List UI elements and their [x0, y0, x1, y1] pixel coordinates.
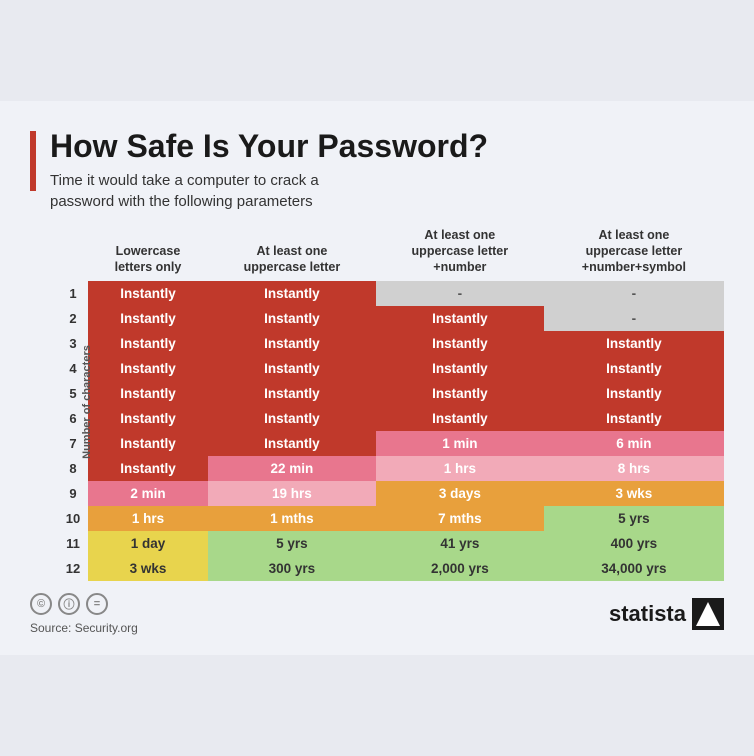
statista-text: statista: [609, 601, 686, 627]
table-cell: Instantly: [208, 356, 376, 381]
table-cell: Instantly: [88, 331, 208, 356]
main-title: How Safe Is Your Password?: [50, 129, 488, 164]
table-cell: -: [544, 281, 724, 306]
table-row: 3InstantlyInstantlyInstantlyInstantly: [58, 331, 724, 356]
table-cell: Instantly: [88, 456, 208, 481]
table-cell: Instantly: [88, 281, 208, 306]
table-container: Number of characters Lowercaseletters on…: [30, 222, 724, 582]
table-cell: 3 wks: [88, 556, 208, 581]
table-cell: 1 day: [88, 531, 208, 556]
table-cell: 1 hrs: [88, 506, 208, 531]
source-label: Source: Security.org: [30, 621, 138, 635]
table-row: 5InstantlyInstantlyInstantlyInstantly: [58, 381, 724, 406]
title-block: How Safe Is Your Password? Time it would…: [50, 129, 488, 212]
table-cell: 400 yrs: [544, 531, 724, 556]
row-number: 12: [58, 556, 88, 581]
table-cell: Instantly: [88, 406, 208, 431]
table-row: 8Instantly22 min1 hrs8 hrs: [58, 456, 724, 481]
table-cell: 3 wks: [544, 481, 724, 506]
table-cell: Instantly: [88, 431, 208, 456]
table-cell: Instantly: [88, 356, 208, 381]
table-cell: Instantly: [208, 281, 376, 306]
row-axis-label: Number of characters: [81, 345, 93, 459]
table-cell: 2 min: [88, 481, 208, 506]
table-cell: 41 yrs: [376, 531, 544, 556]
table-row: 92 min19 hrs3 days3 wks: [58, 481, 724, 506]
col-header-upper-num: At least oneuppercase letter+number: [376, 222, 544, 282]
table-cell: 7 mths: [376, 506, 544, 531]
table-cell: Instantly: [376, 306, 544, 331]
person-icon: ⓘ: [58, 593, 80, 615]
table-cell: Instantly: [544, 331, 724, 356]
subtitle: Time it would take a computer to crack a…: [50, 170, 488, 212]
row-number: 10: [58, 506, 88, 531]
table-cell: Instantly: [376, 381, 544, 406]
table-cell: Instantly: [544, 406, 724, 431]
table-row: 1InstantlyInstantly--: [58, 281, 724, 306]
table-cell: 3 days: [376, 481, 544, 506]
row-number: 1: [58, 281, 88, 306]
table-cell: 1 hrs: [376, 456, 544, 481]
table-cell: Instantly: [376, 356, 544, 381]
table-row: 111 day5 yrs41 yrs400 yrs: [58, 531, 724, 556]
table-row: 2InstantlyInstantlyInstantly-: [58, 306, 724, 331]
row-number: 2: [58, 306, 88, 331]
statista-logo-icon: [692, 598, 724, 630]
col-header-upper-num-sym: At least oneuppercase letter+number+symb…: [544, 222, 724, 282]
table-cell: 6 min: [544, 431, 724, 456]
table-row: 7InstantlyInstantly1 min6 min: [58, 431, 724, 456]
footer: © ⓘ = Source: Security.org statista: [30, 593, 724, 635]
table-cell: Instantly: [208, 331, 376, 356]
table-cell: 8 hrs: [544, 456, 724, 481]
table-cell: Instantly: [208, 306, 376, 331]
table-cell: 22 min: [208, 456, 376, 481]
red-accent-bar: [30, 131, 36, 191]
table-cell: Instantly: [376, 331, 544, 356]
title-bar: How Safe Is Your Password? Time it would…: [30, 129, 724, 212]
table-row: 101 hrs1 mths7 mths5 yrs: [58, 506, 724, 531]
table-cell: Instantly: [208, 381, 376, 406]
table-cell: 34,000 yrs: [544, 556, 724, 581]
table-cell: Instantly: [544, 381, 724, 406]
statista-brand: statista: [609, 598, 724, 630]
table-cell: Instantly: [208, 406, 376, 431]
row-number: 11: [58, 531, 88, 556]
table-row: 123 wks300 yrs2,000 yrs34,000 yrs: [58, 556, 724, 581]
table-cell: Instantly: [544, 356, 724, 381]
table-cell: Instantly: [88, 381, 208, 406]
table-cell: Instantly: [88, 306, 208, 331]
col-header-num: [58, 222, 88, 282]
table-cell: 19 hrs: [208, 481, 376, 506]
row-number: 8: [58, 456, 88, 481]
table-row: 6InstantlyInstantlyInstantlyInstantly: [58, 406, 724, 431]
row-number: 9: [58, 481, 88, 506]
cc-icon: ©: [30, 593, 52, 615]
table-cell: Instantly: [376, 406, 544, 431]
equals-icon: =: [86, 593, 108, 615]
table-cell: -: [376, 281, 544, 306]
password-table: Lowercaseletters only At least oneupperc…: [58, 222, 724, 582]
cc-icons: © ⓘ =: [30, 593, 138, 615]
header-row: Lowercaseletters only At least oneupperc…: [58, 222, 724, 282]
col-header-lowercase: Lowercaseletters only: [88, 222, 208, 282]
table-cell: 5 yrs: [544, 506, 724, 531]
table-cell: 1 mths: [208, 506, 376, 531]
col-header-uppercase: At least oneuppercase letter: [208, 222, 376, 282]
card: How Safe Is Your Password? Time it would…: [0, 101, 754, 656]
table-cell: 1 min: [376, 431, 544, 456]
table-cell: Instantly: [208, 431, 376, 456]
table-cell: 300 yrs: [208, 556, 376, 581]
table-cell: 5 yrs: [208, 531, 376, 556]
table-row: 4InstantlyInstantlyInstantlyInstantly: [58, 356, 724, 381]
table-cell: -: [544, 306, 724, 331]
table-cell: 2,000 yrs: [376, 556, 544, 581]
